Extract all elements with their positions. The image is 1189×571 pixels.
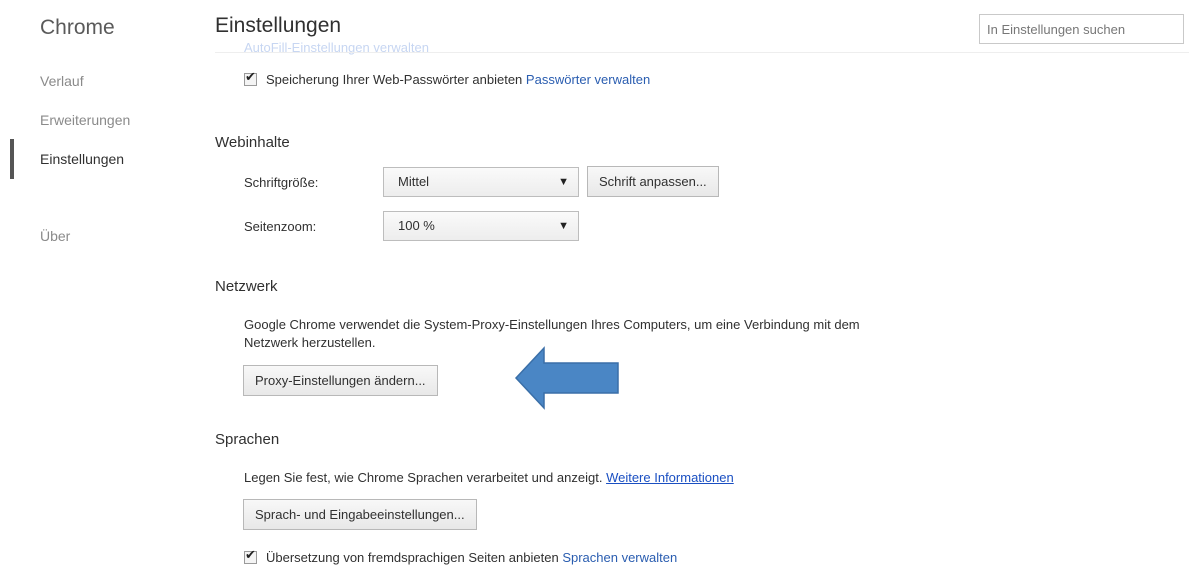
- password-save-checkbox[interactable]: ✔: [244, 69, 257, 86]
- network-heading: Netzwerk: [215, 278, 278, 295]
- sidebar-item-about[interactable]: Über: [40, 228, 70, 244]
- blue-arrow-icon: [514, 346, 619, 410]
- proxy-settings-button[interactable]: Proxy-Einstellungen ändern...: [243, 365, 438, 396]
- page-zoom-value: 100 %: [398, 218, 435, 233]
- page-title: Einstellungen: [215, 14, 342, 37]
- page-zoom-select[interactable]: 100 % ▼: [383, 211, 579, 241]
- sidebar-item-settings[interactable]: Einstellungen: [40, 151, 124, 167]
- more-info-link[interactable]: Weitere Informationen: [606, 470, 734, 485]
- active-indicator: [10, 139, 14, 179]
- dropdown-arrow-icon: ▼: [558, 176, 569, 188]
- password-save-label: Speicherung Ihrer Web-Passwörter anbiete…: [266, 72, 523, 87]
- dropdown-arrow-icon: ▼: [558, 220, 569, 232]
- checkmark-icon: ✔: [245, 547, 256, 562]
- languages-heading: Sprachen: [215, 431, 280, 448]
- sidebar-item-extensions[interactable]: Erweiterungen: [40, 112, 130, 128]
- languages-description: Legen Sie fest, wie Chrome Sprachen vera…: [244, 470, 603, 485]
- font-size-select[interactable]: Mittel ▼: [383, 167, 579, 197]
- sidebar-item-history[interactable]: Verlauf: [40, 73, 84, 89]
- font-size-value: Mittel: [398, 174, 430, 189]
- page-zoom-label: Seitenzoom:: [244, 219, 317, 234]
- search-input[interactable]: [979, 14, 1184, 44]
- webcontent-heading: Webinhalte: [215, 134, 290, 151]
- translate-row: ✔ Übersetzung von fremdsprachigen Seiten…: [244, 547, 677, 565]
- manage-languages-link[interactable]: Sprachen verwalten: [562, 550, 677, 565]
- manage-passwords-link[interactable]: Passwörter verwalten: [526, 72, 650, 87]
- languages-description-row: Legen Sie fest, wie Chrome Sprachen vera…: [244, 469, 944, 487]
- translate-label: Übersetzung von fremdsprachigen Seiten a…: [266, 550, 559, 565]
- brand-title: Chrome: [40, 16, 115, 39]
- header-divider: [215, 52, 1189, 53]
- checkmark-icon: ✔: [245, 69, 256, 84]
- font-size-label: Schriftgröße:: [244, 175, 319, 190]
- password-save-row: ✔ Speicherung Ihrer Web-Passwörter anbie…: [244, 69, 650, 87]
- translate-checkbox[interactable]: ✔: [244, 547, 257, 564]
- customize-fonts-button[interactable]: Schrift anpassen...: [587, 166, 719, 197]
- sidebar: Chrome Verlauf Erweiterungen Einstellung…: [0, 0, 200, 571]
- language-input-settings-button[interactable]: Sprach- und Eingabeeinstellungen...: [243, 499, 477, 530]
